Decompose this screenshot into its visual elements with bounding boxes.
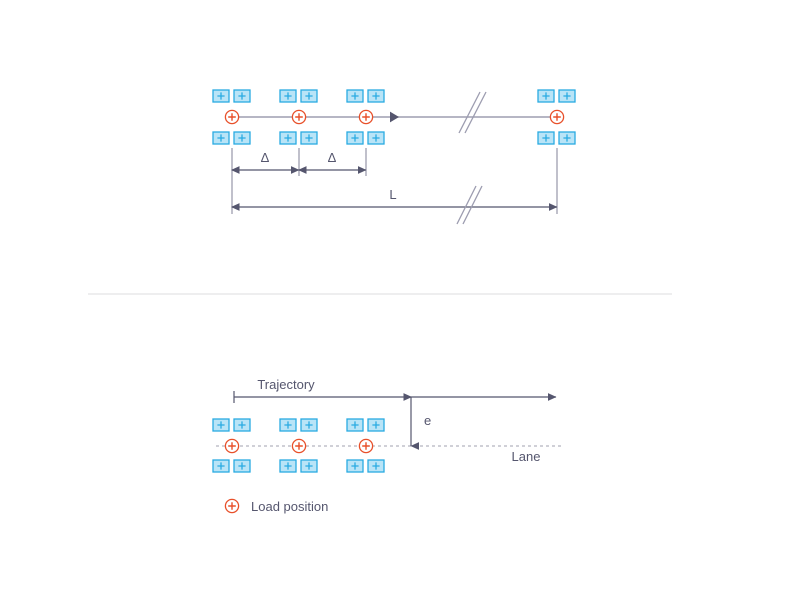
dimension-span-L: L bbox=[231, 185, 558, 225]
support-square bbox=[367, 131, 385, 145]
trajectory-label: Trajectory bbox=[257, 377, 315, 392]
load-position-marker bbox=[291, 438, 307, 454]
top-diagram: Δ Δ L bbox=[212, 89, 576, 225]
dimension-label-span-L: L bbox=[389, 187, 396, 202]
support-square bbox=[346, 459, 364, 473]
support-square bbox=[279, 131, 297, 145]
beam-direction-arrow-icon bbox=[390, 111, 399, 123]
support-square bbox=[300, 418, 318, 432]
dimension-extension-lines bbox=[231, 148, 558, 214]
bottom-diagram: Trajectory Lane e bbox=[212, 377, 563, 473]
dimension-delta-1: Δ bbox=[231, 150, 300, 174]
load-position-marker bbox=[358, 438, 374, 454]
plan-support-squares-lower-row bbox=[212, 459, 385, 473]
support-square bbox=[300, 89, 318, 103]
load-position-marker bbox=[224, 109, 240, 125]
figure-canvas: Δ Δ L Trajectory Lane e Load position bbox=[0, 0, 800, 600]
legend: Load position bbox=[224, 498, 328, 514]
legend-label-load-position: Load position bbox=[251, 499, 328, 514]
support-square bbox=[346, 131, 364, 145]
dimension-eccentricity: e bbox=[403, 393, 431, 450]
support-square bbox=[233, 418, 251, 432]
support-square bbox=[367, 418, 385, 432]
support-square bbox=[558, 89, 576, 103]
support-squares-lower-row bbox=[212, 131, 576, 145]
support-square bbox=[212, 459, 230, 473]
support-square bbox=[346, 418, 364, 432]
support-square bbox=[367, 89, 385, 103]
support-square bbox=[233, 459, 251, 473]
support-square bbox=[558, 131, 576, 145]
diagram-svg: Δ Δ L Trajectory Lane e Load position bbox=[88, 89, 672, 514]
beam-break-mark-icon bbox=[458, 91, 487, 134]
support-square bbox=[537, 131, 555, 145]
support-squares-upper-row bbox=[212, 89, 576, 103]
legend-load-marker-icon bbox=[224, 498, 240, 514]
lane-label: Lane bbox=[512, 449, 541, 464]
support-square bbox=[300, 459, 318, 473]
support-square bbox=[279, 418, 297, 432]
load-position-marker bbox=[291, 109, 307, 125]
load-position-marker bbox=[358, 109, 374, 125]
support-square bbox=[212, 89, 230, 103]
dimension-delta-2: Δ bbox=[298, 150, 367, 174]
dimension-label-eccentricity: e bbox=[424, 413, 431, 428]
support-square bbox=[212, 131, 230, 145]
support-square bbox=[300, 131, 318, 145]
support-square bbox=[537, 89, 555, 103]
trajectory-arrow bbox=[233, 391, 557, 403]
dimension-label-delta-1: Δ bbox=[261, 150, 270, 165]
support-square bbox=[212, 418, 230, 432]
load-position-marker bbox=[224, 438, 240, 454]
support-square bbox=[367, 459, 385, 473]
support-square bbox=[346, 89, 364, 103]
support-square bbox=[233, 131, 251, 145]
support-square bbox=[233, 89, 251, 103]
dimension-label-delta-2: Δ bbox=[328, 150, 337, 165]
plan-support-squares-upper-row bbox=[212, 418, 385, 432]
span-break-mark-icon bbox=[456, 185, 483, 225]
support-square bbox=[279, 459, 297, 473]
load-position-marker bbox=[549, 109, 565, 125]
support-square bbox=[279, 89, 297, 103]
